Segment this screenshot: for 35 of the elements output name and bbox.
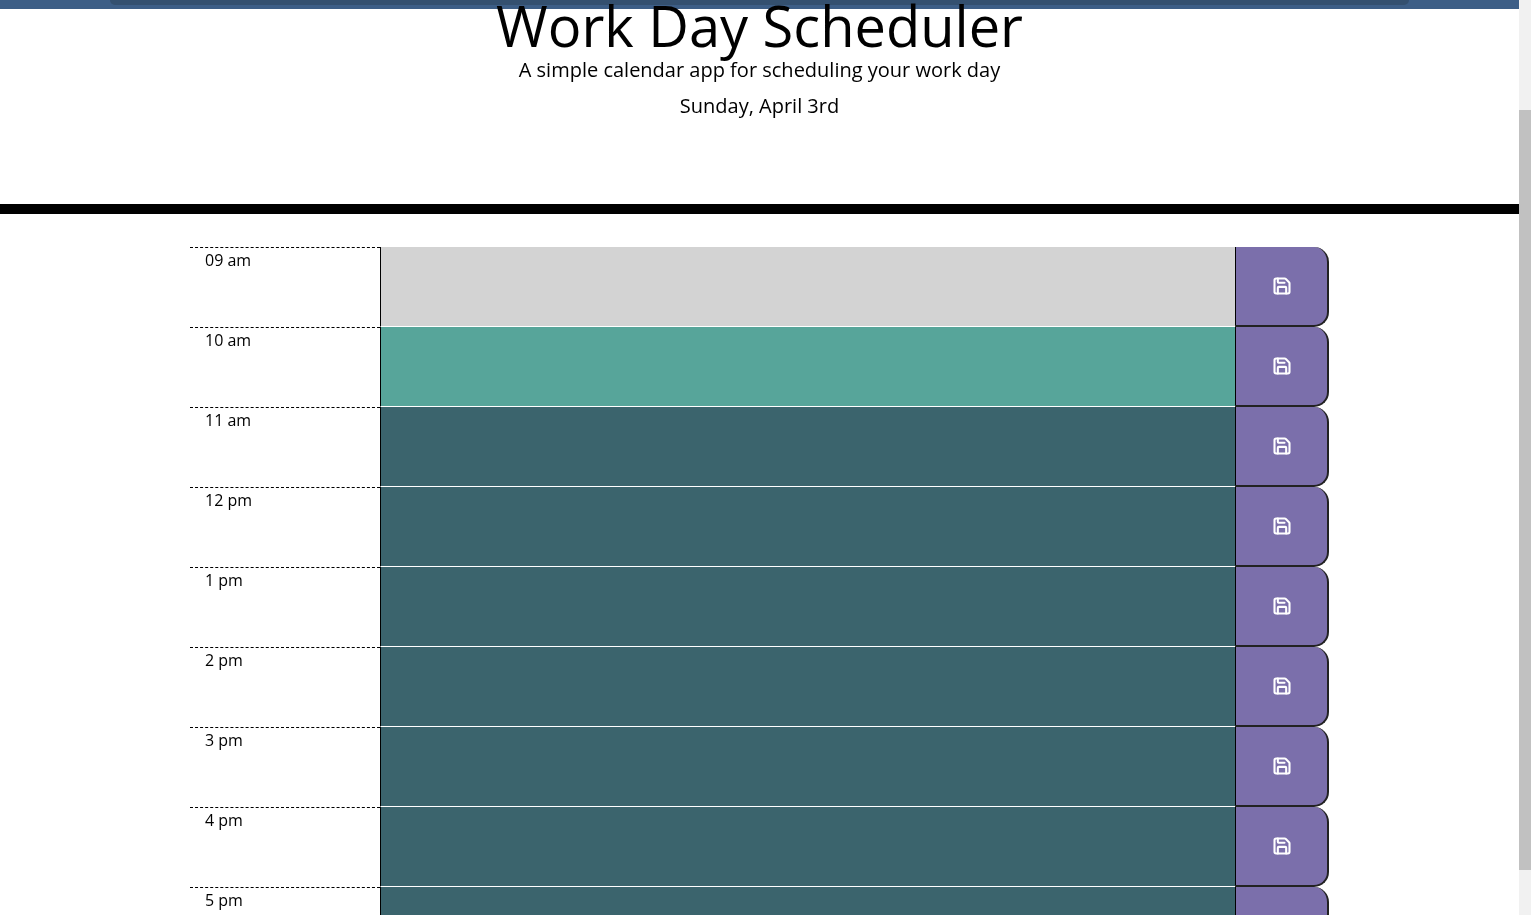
hour-label: 12 pm <box>205 489 253 511</box>
hour-label: 10 am <box>205 329 252 351</box>
event-field[interactable] <box>380 247 1235 327</box>
save-icon <box>1271 436 1292 456</box>
hour-label: 3 pm <box>205 729 243 751</box>
event-field[interactable] <box>380 487 1235 567</box>
save-button[interactable] <box>1235 727 1329 807</box>
event-field[interactable] <box>380 727 1235 807</box>
hour-label: 1 pm <box>205 569 243 591</box>
save-button[interactable] <box>1235 807 1329 887</box>
current-date: Sunday, April 3rd <box>679 93 840 119</box>
save-icon <box>1271 596 1292 616</box>
save-button[interactable] <box>1235 567 1329 647</box>
save-icon <box>1271 516 1292 536</box>
save-icon <box>1271 836 1292 856</box>
hour-label: 11 am <box>205 409 252 431</box>
hour-label: 09 am <box>205 249 252 271</box>
event-field[interactable] <box>380 647 1235 727</box>
save-icon <box>1271 276 1292 296</box>
hour-label: 5 pm <box>205 889 243 911</box>
page-title: Work Day Scheduler <box>496 0 1023 61</box>
event-field[interactable] <box>380 567 1235 647</box>
save-button[interactable] <box>1235 647 1329 727</box>
hour-label: 2 pm <box>205 649 243 671</box>
save-icon <box>1271 676 1292 696</box>
save-button[interactable] <box>1235 247 1329 327</box>
save-button[interactable] <box>1235 327 1329 407</box>
save-icon <box>1271 356 1292 376</box>
save-button[interactable] <box>1235 487 1329 567</box>
event-field[interactable] <box>380 807 1235 887</box>
event-field[interactable] <box>380 407 1235 487</box>
hour-label: 4 pm <box>205 809 243 831</box>
save-button[interactable] <box>1235 407 1329 487</box>
event-field[interactable] <box>380 327 1235 407</box>
save-icon <box>1271 756 1292 776</box>
